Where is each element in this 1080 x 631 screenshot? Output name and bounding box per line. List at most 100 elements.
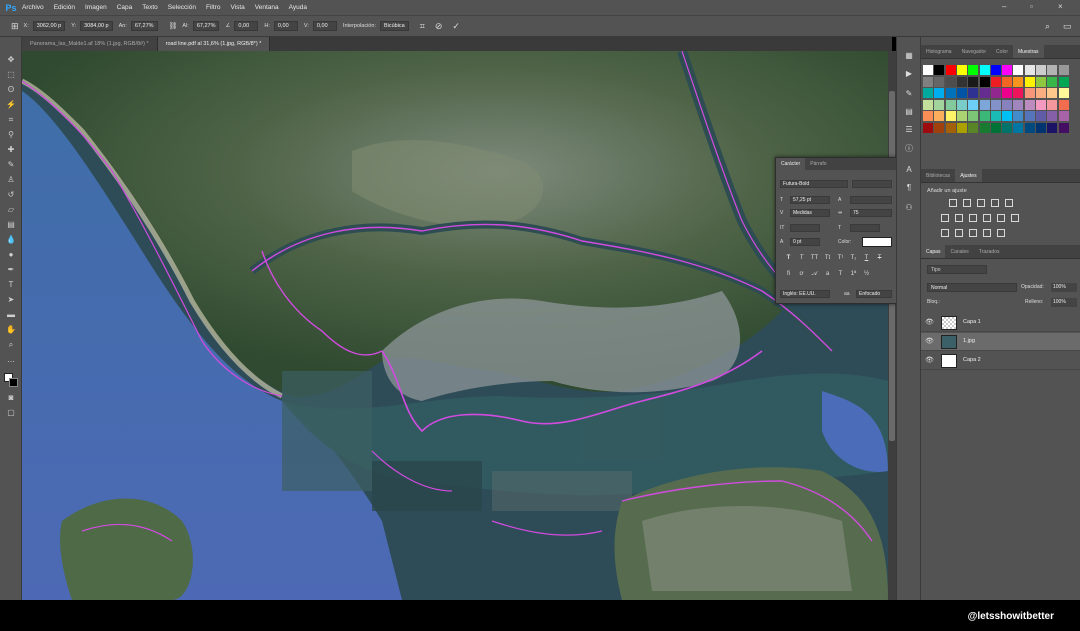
font-family-select[interactable]: Futura-Bold	[780, 180, 848, 188]
blur-tool-icon[interactable]: 💧	[5, 235, 17, 245]
color-swatch[interactable]	[1058, 111, 1069, 121]
glyphs-panel-icon[interactable]: ⚇	[903, 203, 915, 213]
layer-filter-select[interactable]: Tipo	[927, 265, 987, 274]
screen-mode-icon[interactable]: ▢	[5, 408, 17, 418]
ligature-icon[interactable]: ﬁ	[784, 270, 793, 278]
color-swatch[interactable]	[990, 122, 1001, 133]
small-caps-icon[interactable]: Tt	[823, 254, 832, 262]
tab-canales[interactable]: Canales	[945, 245, 973, 258]
horizontal-scale-field[interactable]	[850, 224, 880, 232]
gradient-tool-icon[interactable]: ▤	[5, 220, 17, 230]
color-swatch[interactable]	[990, 76, 1001, 87]
selective-color-icon[interactable]	[997, 229, 1005, 237]
zoom-tool-icon[interactable]: ⌕	[5, 340, 17, 350]
color-swatch[interactable]	[1013, 111, 1024, 121]
font-style-select[interactable]	[852, 180, 892, 188]
color-swatch[interactable]	[979, 88, 990, 98]
color-swatch[interactable]	[1047, 65, 1058, 75]
strikethrough-icon[interactable]: T	[875, 254, 884, 262]
commit-transform-icon[interactable]: ✓	[452, 21, 460, 32]
color-swatch[interactable]	[1013, 88, 1024, 98]
tab-color[interactable]: Color	[991, 45, 1013, 58]
tracking-field[interactable]: Medidas	[790, 209, 830, 217]
antialias-select[interactable]: Enfocado	[856, 290, 892, 298]
color-swatch[interactable]	[934, 99, 945, 110]
close-icon[interactable]: ×	[1058, 2, 1063, 11]
color-swatch[interactable]	[1047, 99, 1058, 110]
color-swatch[interactable]	[1047, 88, 1058, 98]
vibrance-icon[interactable]	[1005, 199, 1013, 207]
color-swatch[interactable]	[979, 76, 990, 87]
move-tool-icon[interactable]: ✥	[5, 55, 17, 65]
layer-row-capa-1[interactable]: 👁 Capa 1	[921, 314, 1080, 332]
menu-ventana[interactable]: Ventana	[255, 4, 279, 11]
color-swatch[interactable]	[934, 76, 945, 87]
color-swatch[interactable]	[956, 111, 967, 121]
quick-mask-icon[interactable]: ◙	[5, 393, 17, 403]
color-swatch[interactable]	[1013, 65, 1024, 75]
tab-muestras[interactable]: Muestras	[1013, 45, 1044, 58]
color-swatch[interactable]	[1002, 88, 1013, 98]
minimize-icon[interactable]: –	[1002, 2, 1006, 11]
color-swatch[interactable]	[923, 88, 933, 98]
width-field[interactable]: 67,27%	[130, 21, 158, 31]
opacity-field[interactable]: 100%	[1051, 283, 1077, 292]
fractions-icon[interactable]: ½	[862, 270, 871, 278]
angle-field[interactable]: 0,00	[234, 21, 259, 31]
color-swatch[interactable]	[1058, 122, 1069, 133]
menu-filtro[interactable]: Filtro	[206, 4, 220, 11]
brush-tool-icon[interactable]: ✎	[5, 160, 17, 170]
info-panel-icon[interactable]: ⓘ	[903, 143, 915, 153]
color-swatch[interactable]	[979, 99, 990, 110]
link-icon[interactable]: ⛓	[169, 22, 178, 30]
interpolation-select[interactable]: Bicúbica	[379, 21, 409, 31]
color-swatch[interactable]	[923, 99, 933, 110]
color-swatch[interactable]	[1002, 76, 1013, 87]
document-canvas[interactable]	[22, 51, 888, 600]
faux-bold-icon[interactable]: T	[784, 254, 793, 262]
more-tools-icon[interactable]: ⋯	[5, 357, 17, 367]
h-skew-field[interactable]: 0,00	[273, 21, 298, 31]
color-swatch[interactable]	[1024, 122, 1035, 133]
color-swatch[interactable]	[945, 99, 956, 110]
color-swatch[interactable]	[979, 122, 990, 133]
color-swatch[interactable]	[945, 65, 956, 75]
old-style-icon[interactable]: ơ	[797, 270, 806, 278]
superscript-icon[interactable]: T¹	[836, 254, 845, 262]
layer-row-capa-2[interactable]: 👁 Capa 2	[921, 352, 1080, 370]
color-swatch[interactable]	[1036, 122, 1046, 133]
marquee-tool-icon[interactable]: ⬚	[5, 70, 17, 80]
eraser-tool-icon[interactable]: ▱	[5, 205, 17, 215]
channel-mixer-icon[interactable]	[997, 214, 1005, 222]
menu-seleccion[interactable]: Selección	[168, 4, 196, 11]
tab-panorama[interactable]: Panorama_las_Malde1.af 18% (1.jpg, RGB/8…	[22, 37, 158, 51]
color-swatch[interactable]	[923, 111, 933, 121]
eyedropper-tool-icon[interactable]: ⚲	[5, 130, 17, 140]
curves-icon[interactable]	[977, 199, 985, 207]
v-skew-field[interactable]: 0,00	[312, 21, 337, 31]
color-swatch[interactable]	[1013, 99, 1024, 110]
color-swatch[interactable]	[979, 65, 990, 75]
color-swatch[interactable]	[1058, 99, 1069, 110]
posterize-icon[interactable]	[955, 229, 963, 237]
color-swatch[interactable]	[1002, 99, 1013, 110]
photo-filter-icon[interactable]	[983, 214, 991, 222]
color-swatch[interactable]	[1036, 65, 1046, 75]
menu-capa[interactable]: Capa	[117, 4, 133, 11]
color-balance-icon[interactable]	[955, 214, 963, 222]
color-swatch[interactable]	[990, 65, 1001, 75]
healing-brush-tool-icon[interactable]: ✚	[5, 145, 17, 155]
color-swatch[interactable]	[979, 111, 990, 121]
tab-histograma[interactable]: Histograma	[921, 45, 957, 58]
color-lookup-icon[interactable]	[1011, 214, 1019, 222]
tab-trazados[interactable]: Trazados	[974, 245, 1005, 258]
background-color-swatch[interactable]	[9, 378, 18, 387]
fill-field[interactable]: 100%	[1051, 298, 1077, 307]
color-swatch[interactable]	[968, 122, 979, 133]
color-swatch[interactable]	[1047, 76, 1058, 87]
color-swatch[interactable]	[945, 122, 956, 133]
color-swatch[interactable]	[923, 122, 933, 133]
kerning-field[interactable]: 75	[850, 209, 892, 217]
text-color-swatch[interactable]	[862, 237, 892, 247]
color-swatch[interactable]	[1024, 111, 1035, 121]
